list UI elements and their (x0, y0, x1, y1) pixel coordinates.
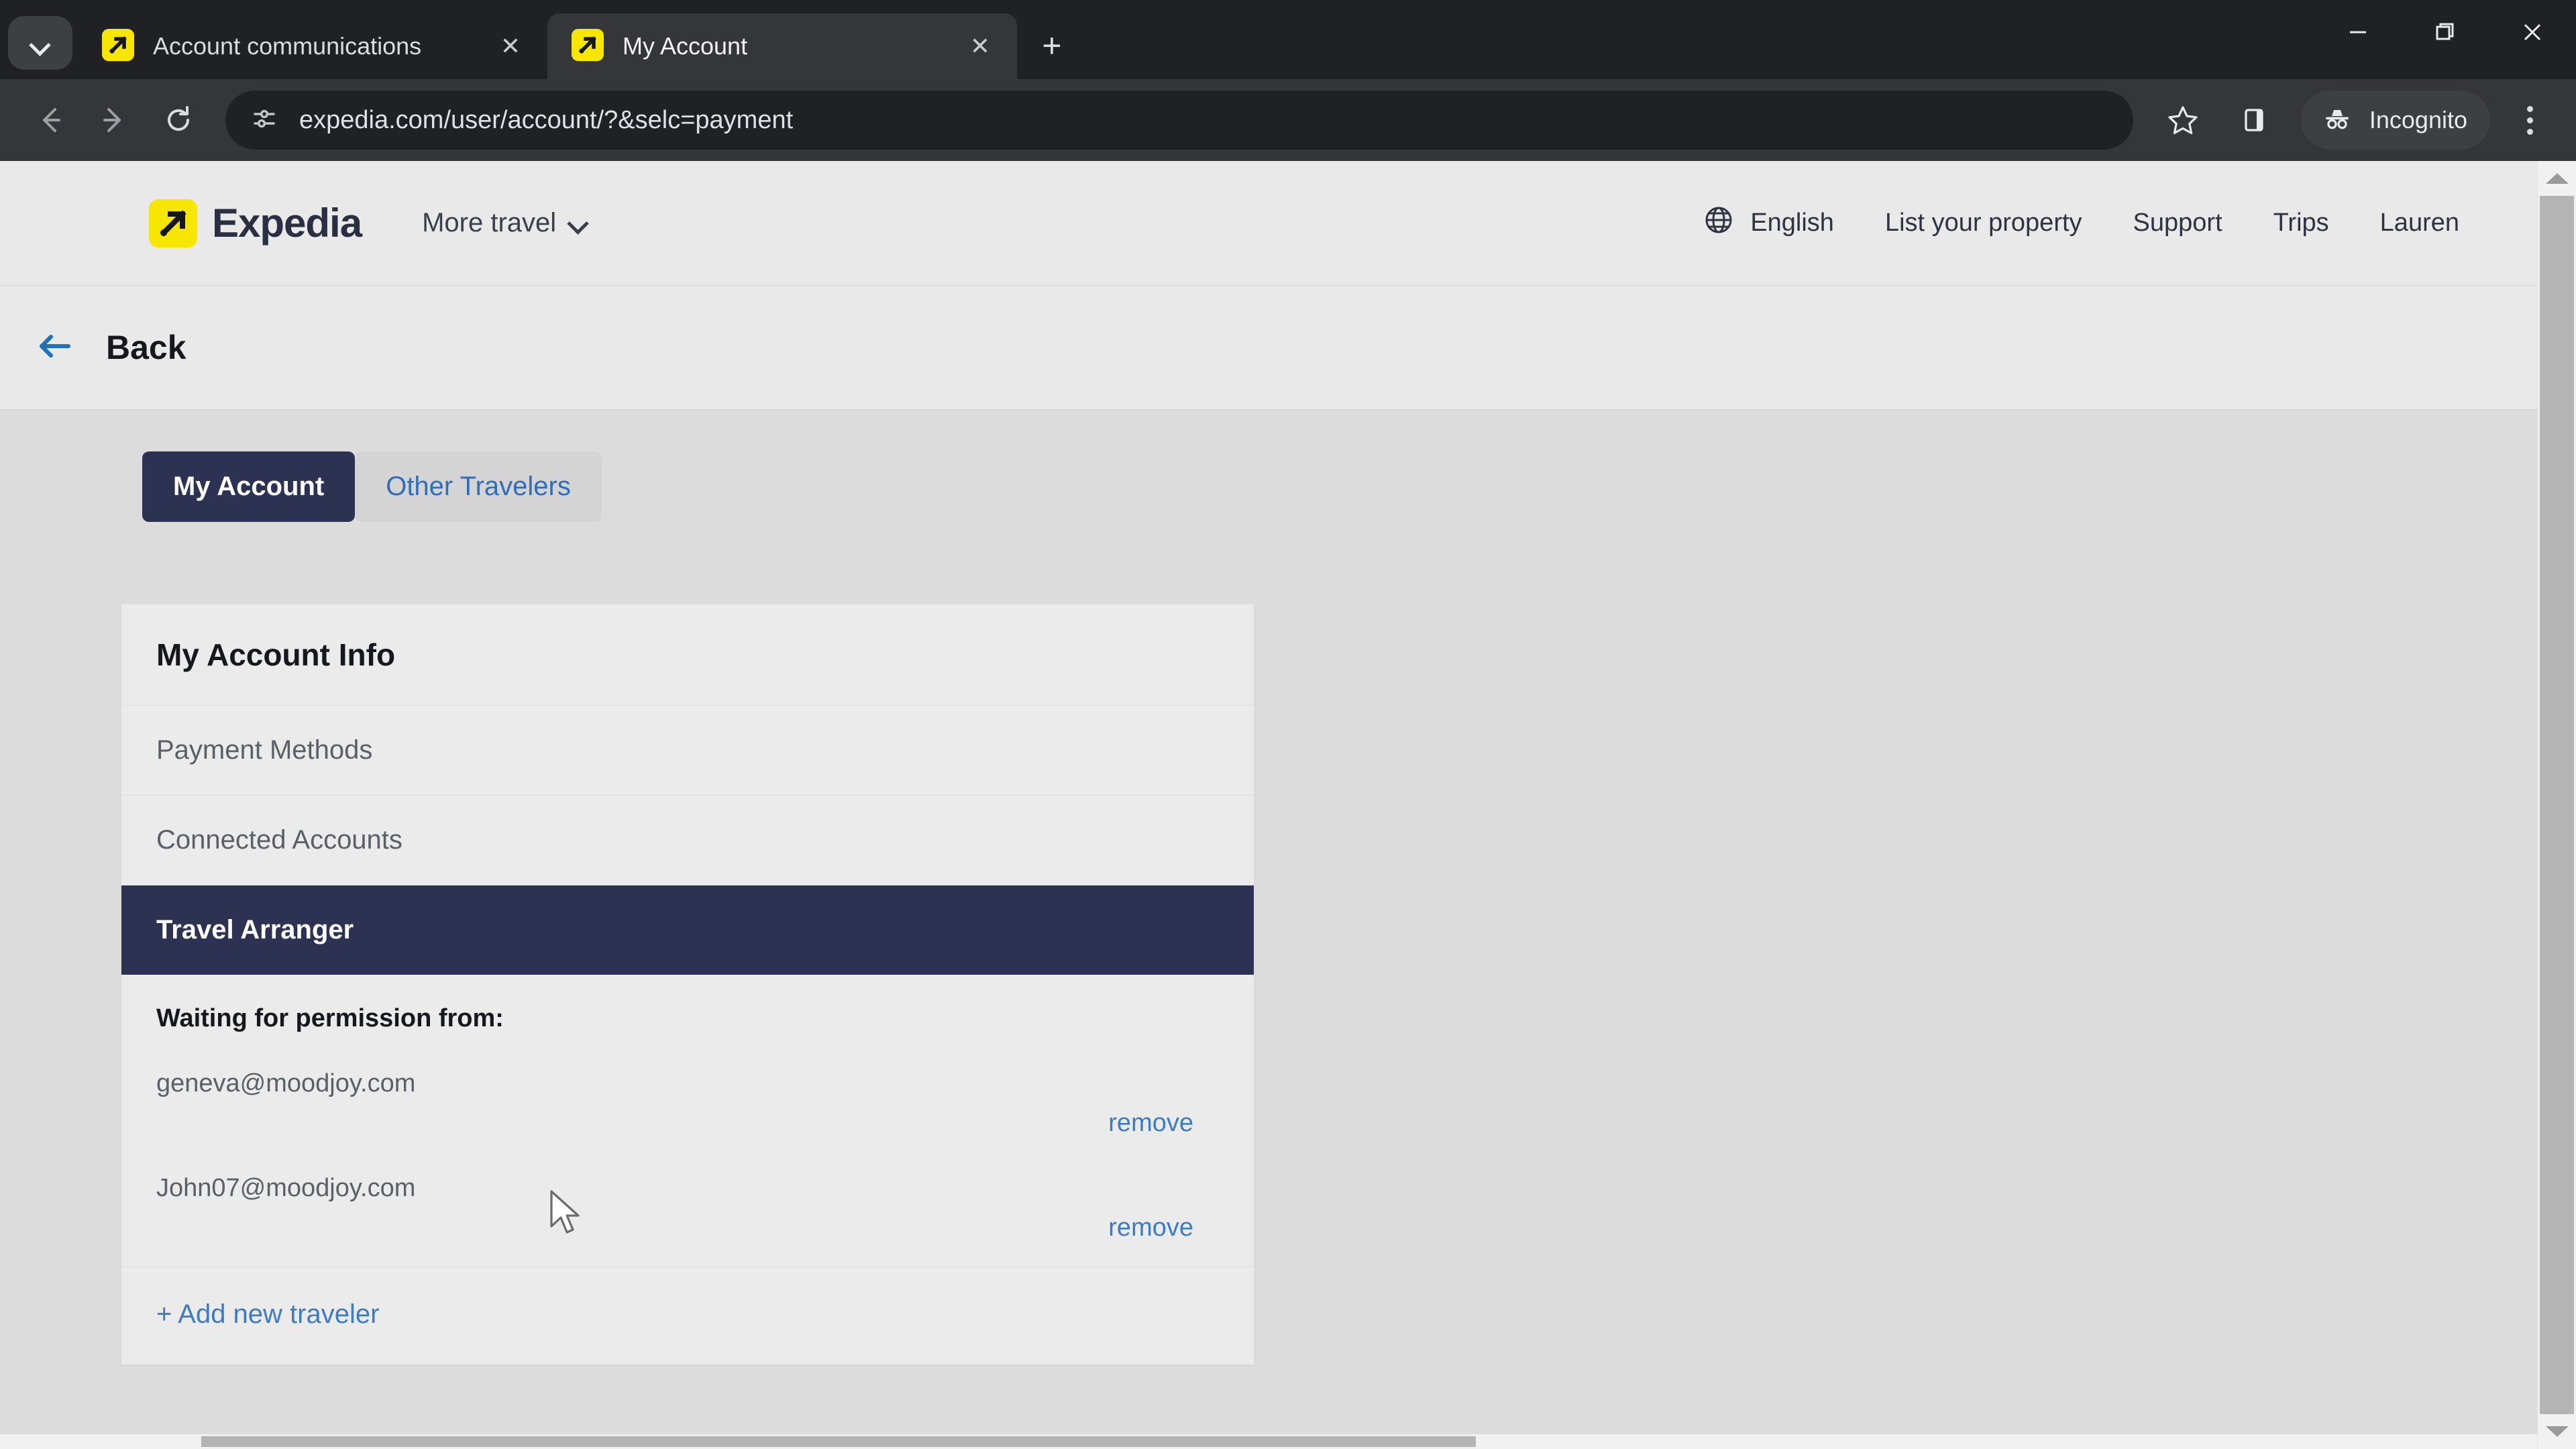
more-travel-label: More travel (422, 208, 557, 237)
maximize-restore-button[interactable] (2402, 0, 2489, 64)
account-segmented-tabs: My Account Other Travelers (142, 451, 2537, 522)
kebab-dot (2526, 105, 2533, 112)
nav-item-support[interactable]: Support (2108, 209, 2248, 237)
account-info-card: My Account Info Payment Methods Connecte… (121, 604, 1254, 1365)
remove-traveler-link[interactable]: remove (156, 1109, 1219, 1138)
account-content: My Account Other Travelers My Account In… (0, 410, 2537, 1449)
kebab-dot (2526, 117, 2533, 123)
card-title: My Account Info (121, 604, 1254, 706)
kebab-dot (2526, 128, 2533, 135)
close-window-button[interactable] (2489, 0, 2576, 64)
tab-title: My Account (623, 32, 748, 60)
browser-tab-my-account[interactable]: My Account ✕ (547, 13, 1017, 79)
site-settings-icon[interactable] (248, 103, 280, 138)
add-traveler-row: + Add new traveler (121, 1267, 1254, 1364)
expedia-wordmark: Expedia (212, 201, 362, 246)
tab-close-button[interactable]: ✕ (962, 28, 998, 64)
page-viewport: Expedia More travel English List your pr… (0, 161, 2576, 1449)
chevron-down-icon (31, 38, 50, 48)
tab-my-account[interactable]: My Account (142, 451, 356, 522)
tab-close-button[interactable]: ✕ (492, 28, 529, 64)
expedia-favicon (572, 28, 604, 64)
browser-toolbar: expedia.com/user/account/?&selc=payment (0, 79, 2576, 161)
expedia-logo-icon (149, 199, 197, 248)
card-row-connected-accounts[interactable]: Connected Accounts (121, 796, 1254, 885)
site-header: Expedia More travel English List your pr… (0, 161, 2537, 286)
nav-item-trips[interactable]: Trips (2248, 209, 2355, 237)
browser-reload-button[interactable] (146, 88, 211, 152)
new-tab-button[interactable]: + (1026, 20, 1077, 71)
waiting-for-permission-label: Waiting for permission from: (156, 1004, 504, 1032)
back-label[interactable]: Back (106, 328, 186, 367)
horizontal-scrollbar-thumb[interactable] (201, 1436, 1476, 1447)
arrow-left-icon[interactable] (35, 326, 75, 370)
address-bar[interactable]: expedia.com/user/account/?&selc=payment (225, 91, 2133, 150)
toolbar-right-actions: Incognito (2144, 88, 2559, 152)
globe-icon (1703, 205, 1734, 242)
back-bar: Back (0, 286, 2537, 410)
incognito-icon (2320, 101, 2355, 140)
expedia-page: Expedia More travel English List your pr… (0, 161, 2537, 1449)
nav-item-account-lauren[interactable]: Lauren (2355, 209, 2485, 237)
incognito-indicator[interactable]: Incognito (2300, 91, 2490, 150)
expedia-logo-link[interactable]: Expedia (149, 199, 362, 248)
header-nav: English List your property Support Trips… (1678, 205, 2485, 242)
card-row-payment-methods[interactable]: Payment Methods (121, 706, 1254, 796)
chevron-down-icon (570, 218, 587, 229)
remove-traveler-link[interactable]: remove (156, 1214, 1219, 1242)
more-travel-menu[interactable]: More travel (422, 208, 587, 238)
pending-traveler-row: John07@moodjoy.com remove (156, 1174, 1219, 1242)
tab-title: Account communications (153, 32, 422, 60)
add-new-traveler-link[interactable]: + Add new traveler (156, 1299, 379, 1330)
vertical-scrollbar-track[interactable] (2538, 196, 2576, 1414)
scroll-down-arrow-icon[interactable] (2538, 1414, 2576, 1449)
incognito-label: Incognito (2369, 106, 2467, 133)
browser-back-button[interactable] (17, 88, 82, 152)
pending-traveler-email: John07@moodjoy.com (156, 1174, 416, 1202)
nav-item-list-your-property[interactable]: List your property (1860, 209, 2108, 237)
vertical-scrollbar-thumb[interactable] (2540, 196, 2574, 1414)
browser-window: Account communications ✕ My Account ✕ + (0, 0, 2576, 1449)
nav-item-language[interactable]: English (1678, 205, 1860, 242)
vertical-scrollbar[interactable] (2537, 161, 2576, 1449)
tab-strip: Account communications ✕ My Account ✕ + (0, 0, 2576, 79)
nav-item-label: English (1750, 209, 1834, 237)
bookmark-star-icon[interactable] (2151, 88, 2215, 152)
url-text: expedia.com/user/account/?&selc=payment (299, 105, 794, 134)
minimize-button[interactable] (2314, 0, 2402, 64)
expedia-favicon (102, 28, 134, 64)
browser-forward-button[interactable] (82, 88, 146, 152)
scroll-up-arrow-icon[interactable] (2538, 161, 2576, 196)
pending-traveler-row: geneva@moodjoy.com remove (156, 1069, 1219, 1138)
card-row-travel-arranger[interactable]: Travel Arranger (121, 885, 1254, 975)
travel-arranger-panel: Waiting for permission from: geneva@mood… (121, 975, 1254, 1267)
tab-other-travelers[interactable]: Other Travelers (355, 451, 602, 522)
horizontal-scrollbar[interactable] (0, 1434, 2537, 1449)
browser-menu-button[interactable] (2501, 88, 2559, 152)
window-controls (2314, 0, 2576, 79)
pending-traveler-email: geneva@moodjoy.com (156, 1069, 416, 1097)
browser-tab-account-communications[interactable]: Account communications ✕ (78, 13, 547, 79)
tab-search-button[interactable] (8, 16, 72, 70)
side-panel-icon[interactable] (2222, 88, 2286, 152)
